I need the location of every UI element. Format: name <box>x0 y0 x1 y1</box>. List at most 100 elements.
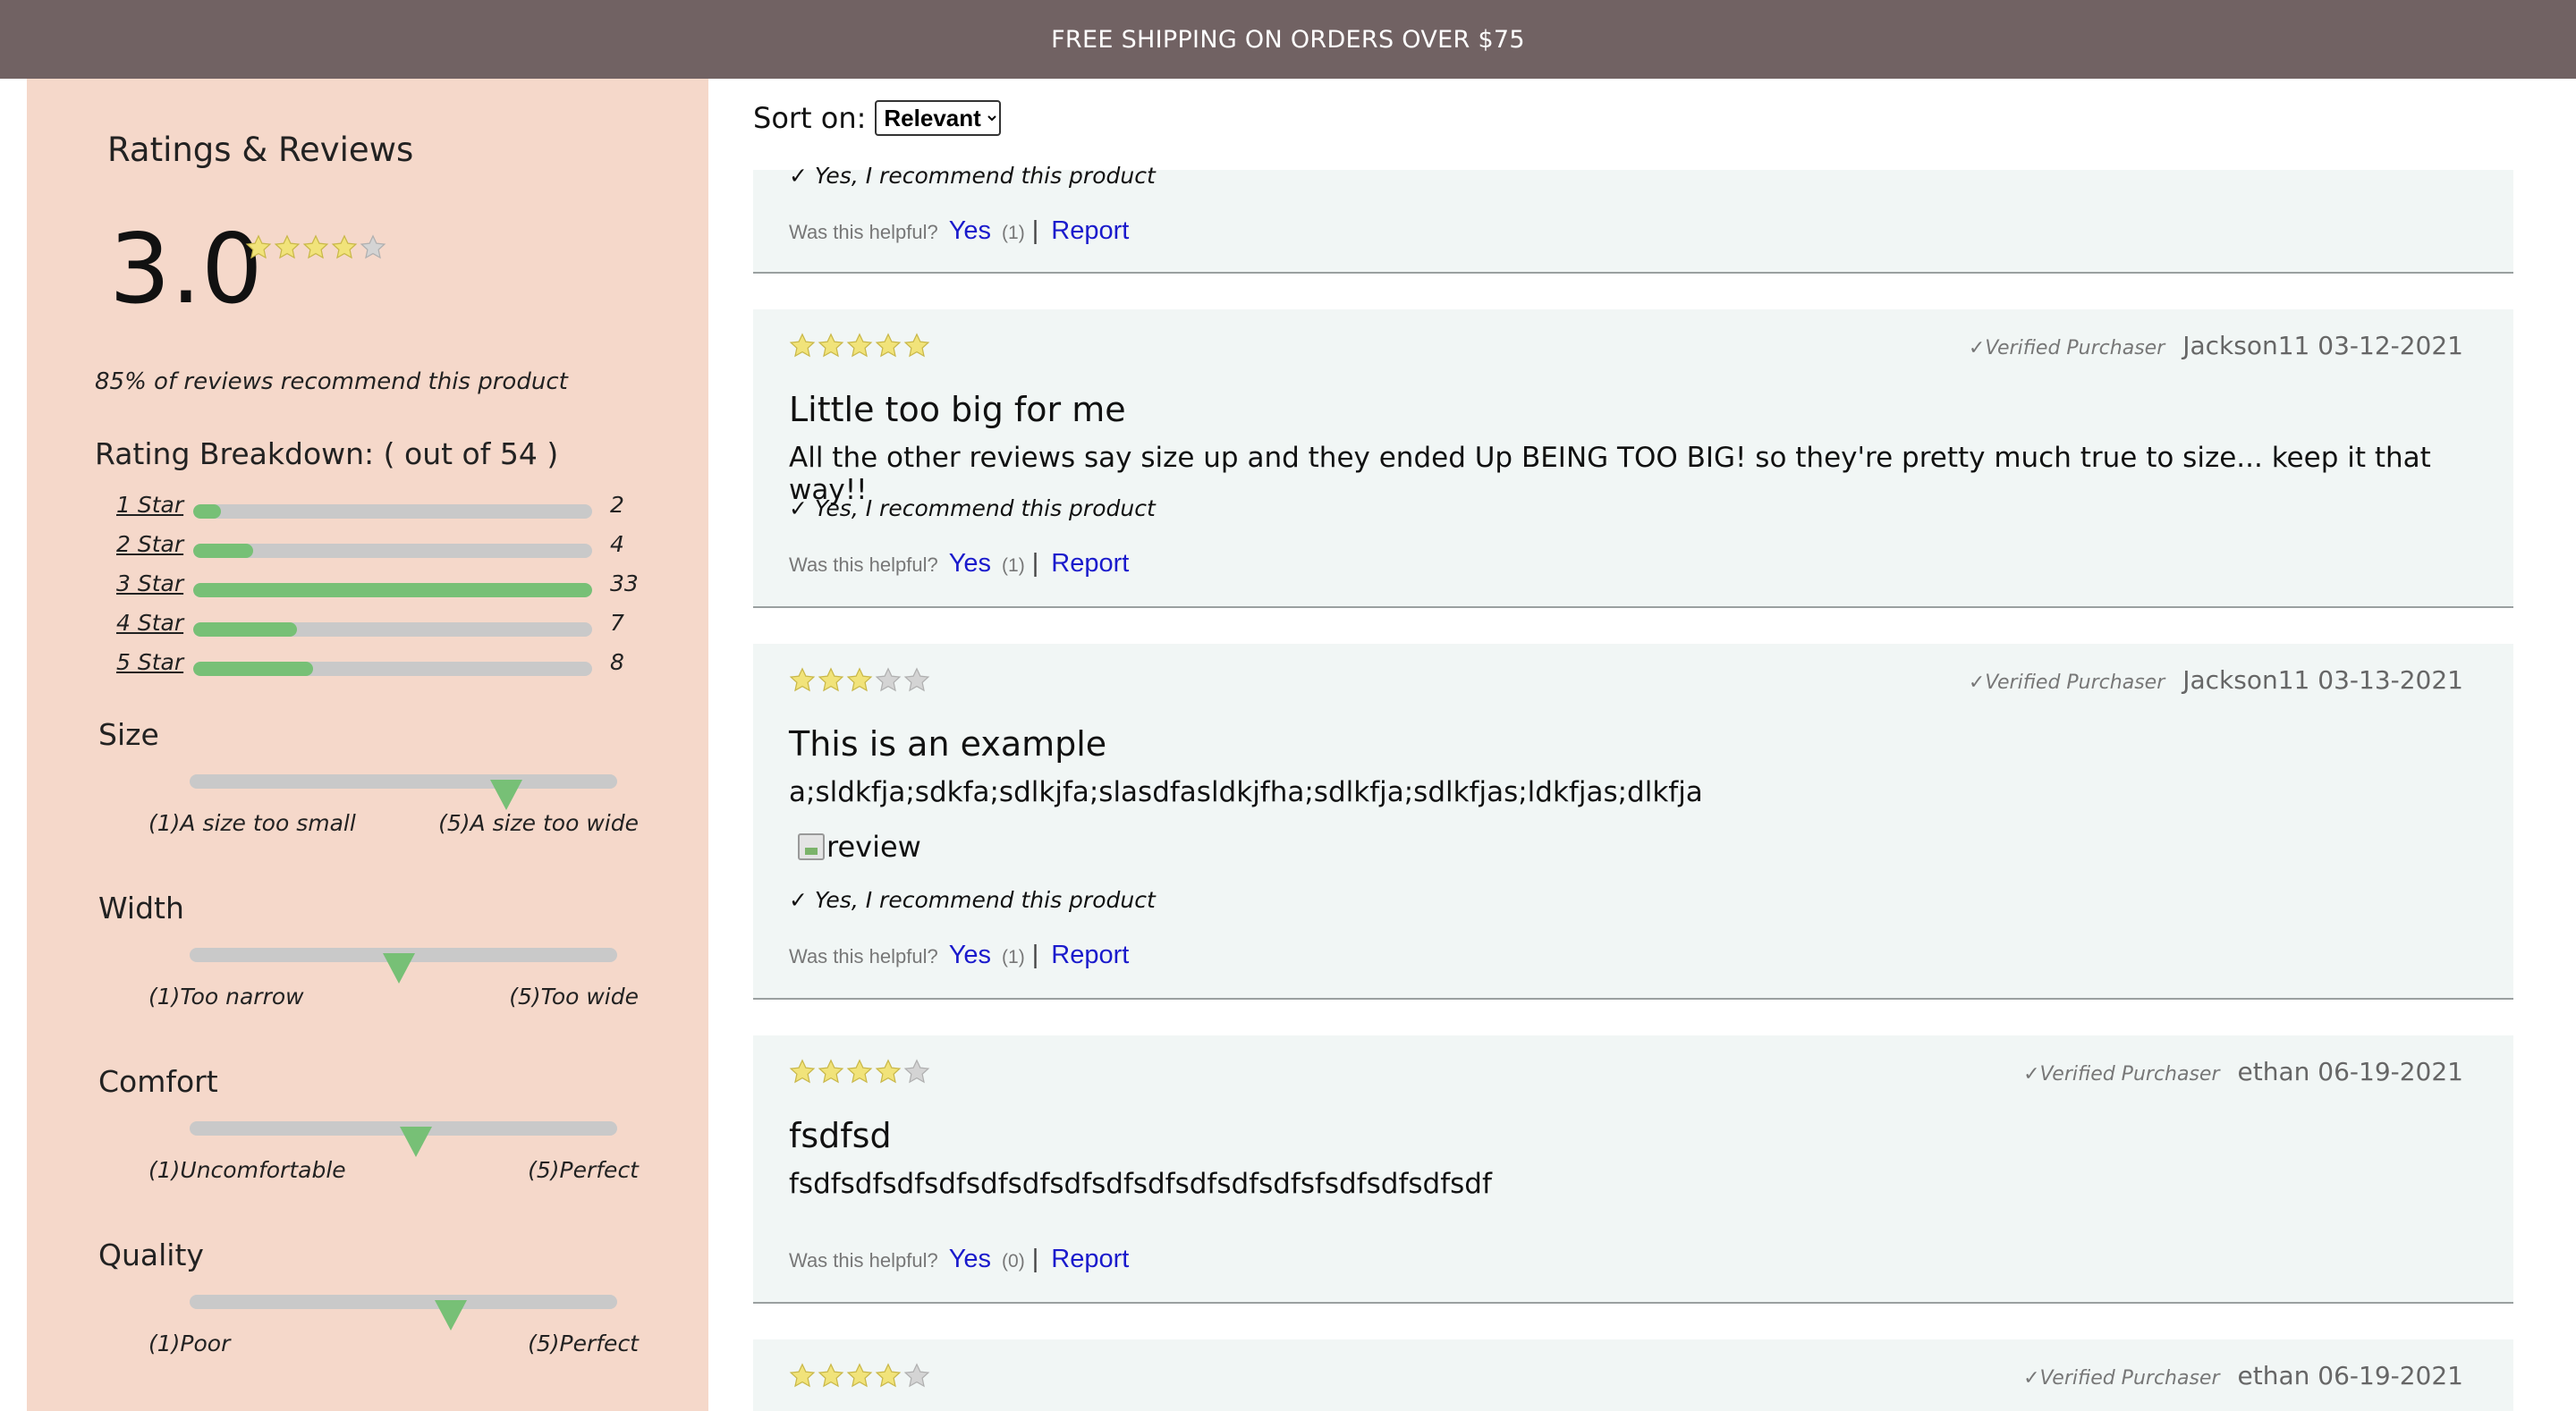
star-empty-icon <box>903 1059 930 1084</box>
helpful-separator: | <box>1031 1245 1039 1273</box>
report-link[interactable]: Report <box>1051 1245 1129 1274</box>
review-card: ✓Verified Purchaser ethan 06-19-2021 fsd… <box>753 1035 2513 1304</box>
characteristic-marker <box>400 1127 433 1157</box>
helpful-row: Was this helpful? Yes (1) | Report <box>789 216 1129 246</box>
breakdown-bar <box>193 504 592 519</box>
review-user-date: ethan 06-19-2021 <box>2237 1361 2463 1390</box>
report-link[interactable]: Report <box>1051 549 1129 579</box>
review-user-date: Jackson11 03-12-2021 <box>2182 331 2463 360</box>
characteristic-max-label: (5)Perfect <box>528 1157 639 1183</box>
ratings-title: Ratings & Reviews <box>107 131 414 169</box>
review-body: fsdfsdfsdfsdfsdfsdfsdfsdfsdfsdfsdfsdfsfs… <box>789 1168 1492 1200</box>
review-title: This is an example <box>789 724 1107 764</box>
characteristic-size: Size (1)A size too small (5)A size too w… <box>98 717 671 836</box>
characteristic-min-label: (1)Poor <box>148 1331 231 1356</box>
sort-select[interactable]: Relevant <box>875 100 1002 136</box>
review-recommend: ✓ Yes, I recommend this product <box>789 495 1156 521</box>
breakdown-bar <box>193 583 592 597</box>
breakdown-count: 8 <box>610 649 624 675</box>
characteristic-marker <box>383 953 416 984</box>
helpful-yes-link[interactable]: Yes <box>949 1245 991 1274</box>
breakdown-label[interactable]: 4 Star <box>116 610 183 636</box>
helpful-yes-link[interactable]: Yes <box>949 549 991 579</box>
characteristic-name: Quality <box>98 1238 204 1272</box>
shipping-banner: FREE SHIPPING ON ORDERS OVER $75 <box>0 0 2576 79</box>
review-photo[interactable]: review <box>798 830 921 864</box>
helpful-separator: | <box>1031 941 1039 969</box>
star-filled-icon <box>302 234 329 259</box>
breakdown-bar-fill <box>193 583 592 597</box>
review-meta: ✓Verified Purchaser Jackson11 03-13-2021 <box>1969 665 2463 695</box>
breakdown-label[interactable]: 1 Star <box>116 492 183 518</box>
characteristic-min-label: (1)Uncomfortable <box>148 1157 346 1183</box>
helpful-yes-link[interactable]: Yes <box>949 941 991 970</box>
characteristic-min-label: (1)Too narrow <box>148 984 304 1010</box>
breakdown-row-4-star[interactable]: 4 Star 7 <box>116 610 689 649</box>
breakdown-row-1-star[interactable]: 1 Star 2 <box>116 492 689 531</box>
review-stars <box>789 1363 932 1393</box>
star-filled-icon <box>875 1059 902 1084</box>
review-body: a;sldkfja;sdkfa;sdlkjfa;slasdfasldkjfha;… <box>789 776 1703 808</box>
star-filled-icon <box>846 333 873 358</box>
report-link[interactable]: Report <box>1051 941 1129 970</box>
helpful-yes-link[interactable]: Yes <box>949 216 991 246</box>
breakdown-row-5-star[interactable]: 5 Star 8 <box>116 649 689 689</box>
broken-image-icon <box>798 833 825 860</box>
characteristic-track <box>190 1295 617 1331</box>
breakdown-bar <box>193 544 592 558</box>
star-filled-icon <box>274 234 301 259</box>
sort-label: Sort on: <box>753 101 867 135</box>
review-card: ✓Verified Purchaser Jackson11 03-12-2021… <box>753 309 2513 608</box>
breakdown-bar-fill <box>193 504 222 519</box>
review-card: ✓Verified Purchaser Jackson11 03-13-2021… <box>753 644 2513 1000</box>
sort-control: Sort on: Relevant <box>753 100 1002 136</box>
review-user-date: ethan 06-19-2021 <box>2237 1057 2463 1086</box>
recommend-percentage: 85% of reviews recommend this product <box>95 368 568 395</box>
breakdown-title: Rating Breakdown: ( out of 54 ) <box>95 436 559 471</box>
review-title: Little too big for me <box>789 390 1126 429</box>
verified-purchaser-badge: ✓Verified Purchaser <box>2023 1063 2220 1086</box>
characteristic-name: Width <box>98 891 184 925</box>
characteristic-comfort: Comfort (1)Uncomfortable (5)Perfect <box>98 1064 671 1183</box>
characteristic-track <box>190 948 617 984</box>
star-filled-icon <box>789 333 816 358</box>
characteristic-max-label: (5)Too wide <box>509 984 639 1010</box>
star-filled-icon <box>789 1059 816 1084</box>
characteristic-width: Width (1)Too narrow (5)Too wide <box>98 891 671 1010</box>
star-filled-icon <box>789 1363 816 1388</box>
helpful-separator: | <box>1031 216 1039 245</box>
star-empty-icon <box>875 667 902 692</box>
verified-purchaser-badge: ✓Verified Purchaser <box>1968 337 2165 359</box>
average-rating: 3.0 <box>109 214 263 325</box>
review-meta: ✓Verified Purchaser ethan 06-19-2021 <box>2023 1361 2463 1390</box>
verified-purchaser-badge: ✓Verified Purchaser <box>1968 672 2165 694</box>
breakdown-bar <box>193 662 592 676</box>
star-empty-icon <box>903 667 930 692</box>
helpful-count: (0) <box>1002 1251 1025 1272</box>
characteristic-quality: Quality (1)Poor (5)Perfect <box>98 1238 671 1356</box>
breakdown-label[interactable]: 5 Star <box>116 649 183 675</box>
breakdown-count: 7 <box>610 610 624 636</box>
helpful-row: Was this helpful? Yes (1) | Report <box>789 941 1129 970</box>
breakdown-count: 33 <box>610 570 639 596</box>
star-filled-icon <box>331 234 358 259</box>
breakdown-label[interactable]: 2 Star <box>116 531 183 557</box>
helpful-question: Was this helpful? <box>789 1249 938 1272</box>
characteristic-max-label: (5)A size too wide <box>438 810 639 836</box>
helpful-count: (1) <box>1002 555 1025 576</box>
breakdown-label[interactable]: 3 Star <box>116 570 183 596</box>
breakdown-bar-fill <box>193 622 297 637</box>
helpful-row: Was this helpful? Yes (0) | Report <box>789 1245 1129 1274</box>
ratings-sidebar: Ratings & Reviews 3.0 85% of reviews rec… <box>27 79 708 1411</box>
breakdown-row-3-star[interactable]: 3 Star 33 <box>116 570 689 610</box>
review-user-date: Jackson11 03-13-2021 <box>2182 665 2463 695</box>
breakdown-bar-fill <box>193 544 253 558</box>
breakdown-row-2-star[interactable]: 2 Star 4 <box>116 531 689 570</box>
helpful-question: Was this helpful? <box>789 221 938 243</box>
report-link[interactable]: Report <box>1051 216 1129 246</box>
helpful-separator: | <box>1031 549 1039 578</box>
review-stars <box>789 667 932 697</box>
star-filled-icon <box>818 1059 844 1084</box>
characteristic-marker <box>489 780 522 810</box>
breakdown-count: 2 <box>610 492 624 518</box>
